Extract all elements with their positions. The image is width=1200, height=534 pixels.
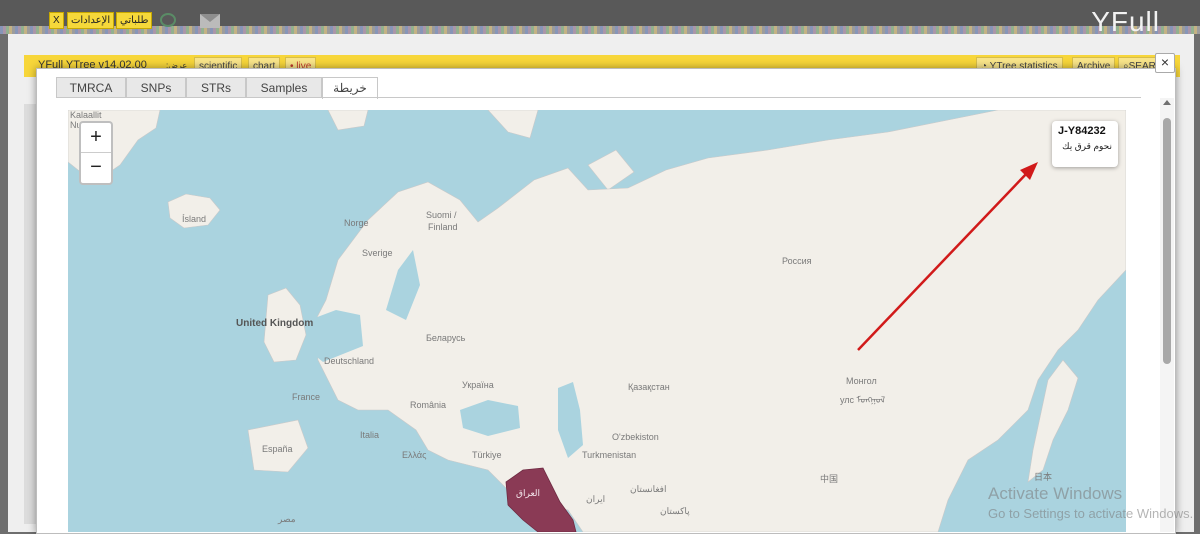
label-romania: România (410, 400, 447, 410)
tab-snps[interactable]: SNPs (126, 77, 186, 98)
tab-tmrca[interactable]: TMRCA (56, 77, 126, 98)
label-norge: Norge (344, 218, 369, 228)
label-uzbekistan: O'zbekiston (612, 432, 659, 442)
zoom-control: + − (79, 121, 113, 185)
label-pakistan: پاکستان (660, 506, 690, 516)
decorative-stripes (0, 26, 1200, 34)
haplogroup-popup: J-Y84232 نحوم قرق يك (1052, 121, 1118, 167)
label-japan: 日本 (1034, 472, 1053, 482)
label-island: Ísland (182, 214, 207, 224)
close-menu-button[interactable]: X (49, 12, 64, 29)
label-turkmenistan: Turkmenistan (582, 450, 637, 460)
popup-note: نحوم قرق يك (1062, 141, 1112, 151)
tab-samples[interactable]: Samples (246, 77, 322, 98)
watermark-line1: Activate Windows (988, 484, 1123, 503)
label-china: 中国 (820, 474, 839, 484)
close-icon[interactable]: × (1155, 53, 1175, 73)
label-espana: España (262, 444, 293, 454)
my-orders-button[interactable]: طلباتي (116, 12, 153, 29)
scroll-up-icon[interactable] (1163, 100, 1171, 105)
scrollbar-thumb[interactable] (1163, 118, 1171, 364)
label-sverige: Sverige (362, 248, 393, 258)
modal-scrollbar[interactable] (1160, 98, 1174, 532)
label-deutschland: Deutschland (324, 356, 375, 366)
land-eurasia (312, 110, 1126, 532)
globe-icon[interactable] (160, 13, 176, 27)
label-belarus: Беларусь (426, 333, 466, 343)
label-egypt: مصر (278, 514, 296, 524)
label-kazakhstan: Қазақстан (628, 382, 670, 392)
tab-map[interactable]: خريطة (322, 77, 378, 99)
label-mongol-script: улс ᠮᠤᠩᠭᠤᠯ (840, 395, 886, 405)
zoom-in-button[interactable]: + (81, 123, 111, 152)
zoom-out-button[interactable]: − (81, 152, 111, 182)
label-iraq: العراق (516, 488, 541, 498)
land-arctic-islands (327, 110, 635, 191)
label-turkiye: Türkiye (472, 450, 502, 460)
label-afghanistan: افغانستان (630, 484, 667, 494)
label-kalaallit: Kalaallit (70, 110, 102, 120)
label-ellas: Ελλάς (402, 450, 427, 460)
popup-haplogroup: J-Y84232 (1058, 125, 1106, 137)
settings-button[interactable]: الإعدادات (67, 12, 115, 29)
watermark-line2: Go to Settings to activate Windows. (988, 506, 1194, 521)
tab-divider (56, 97, 1141, 98)
map-view[interactable]: Kalaallit Nunaat Ísland Norge Suomi / Fi… (68, 110, 1126, 532)
label-ukraina: Україна (462, 380, 494, 390)
activation-watermark: Activate Windows Go to Settings to activ… (988, 484, 1193, 521)
label-uk: United Kingdom (236, 318, 314, 329)
label-rossiya: Россия (782, 256, 812, 266)
label-suomi: Suomi / (426, 210, 457, 220)
label-iran: ایران (586, 494, 606, 504)
top-bar (0, 0, 1200, 34)
label-italia: Italia (360, 430, 380, 440)
label-finland: Finland (428, 222, 458, 232)
map-land-layer (68, 110, 1126, 532)
mail-icon[interactable] (200, 14, 220, 28)
label-mongol: Монгол (846, 376, 877, 386)
label-france: France (292, 392, 321, 402)
tab-strs[interactable]: STRs (186, 77, 246, 98)
